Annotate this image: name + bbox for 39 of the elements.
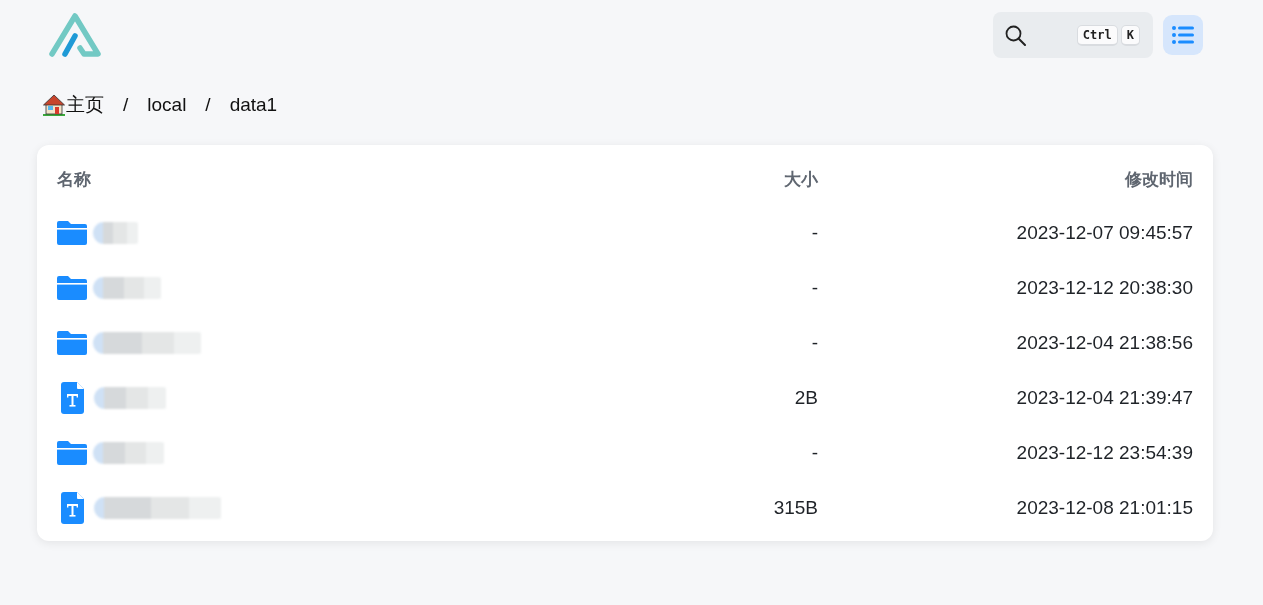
list-icon: [1172, 26, 1194, 44]
modified-time-cell-text: 2023-12-08 21:01:15: [1015, 496, 1193, 519]
text-file-icon: [61, 381, 84, 414]
column-header: 名称: [57, 168, 92, 191]
house-icon: [43, 94, 65, 116]
text-file-icon: [61, 491, 84, 524]
modified-time-cell-text: 2023-12-04 21:38:56: [1015, 331, 1193, 354]
column-header: 修改时间: [1124, 168, 1193, 191]
list-view-button[interactable]: [1163, 15, 1203, 55]
shortcut-key: K: [1120, 24, 1140, 46]
search-button[interactable]: Ctrl K: [993, 12, 1153, 58]
size-cell-text: -: [810, 441, 818, 464]
modified-time-cell-text: 2023-12-07 09:45:57: [1015, 221, 1193, 244]
search-icon: [1005, 24, 1026, 46]
folder-icon: [57, 275, 87, 300]
modified-time-cell-text: 2023-12-12 23:54:39: [1015, 441, 1193, 464]
blurred-name-block: [93, 221, 138, 244]
size-cell-text: 315B: [772, 496, 818, 519]
logo[interactable]: [48, 12, 102, 58]
breadcrumb-separator: /: [123, 94, 129, 116]
modified-time-cell-text: 2023-12-04 21:39:47: [1015, 386, 1193, 409]
folder-icon: [57, 220, 87, 245]
blurred-name-block: [93, 276, 161, 299]
home-label: 主页: [66, 93, 104, 117]
size-cell-text: 2B: [793, 386, 818, 409]
shortcut-key: Ctrl: [1076, 24, 1118, 46]
size-cell-text: -: [810, 276, 818, 299]
folder-icon: [57, 440, 87, 465]
modified-time-cell-text: 2023-12-12 20:38:30: [1015, 276, 1193, 299]
breadcrumb-separator: /: [205, 94, 211, 116]
breadcrumb-link[interactable]: data1: [229, 94, 278, 116]
column-header: 大小: [783, 168, 818, 191]
home-link[interactable]: 主页: [43, 92, 104, 118]
folder-icon: [57, 330, 87, 355]
blurred-name-block: [94, 386, 166, 409]
size-cell-text: -: [810, 221, 818, 244]
blurred-name-block: [93, 441, 164, 464]
size-cell-text: -: [810, 331, 818, 354]
breadcrumb-link[interactable]: local: [147, 94, 187, 116]
